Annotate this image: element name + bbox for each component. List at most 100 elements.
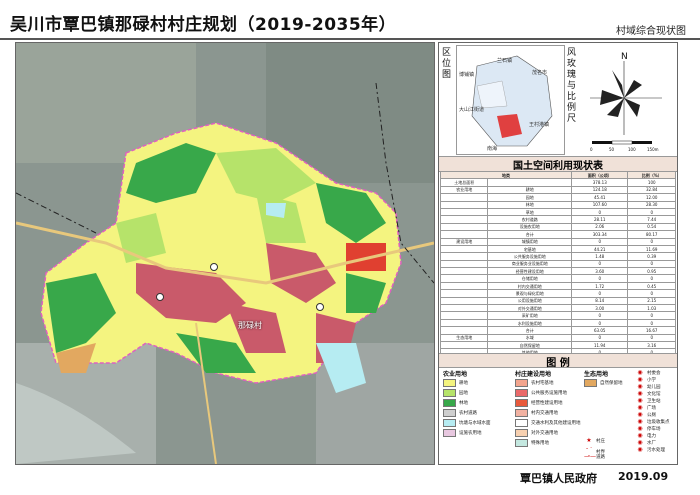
table-cell: 28.30 (627, 200, 676, 209)
legend-swatch (443, 379, 456, 387)
table-cell: 11.94 (571, 340, 629, 350)
legend-label: 公厕 (647, 412, 656, 418)
legend-symbol-icon: —— (584, 453, 596, 460)
legend-group-title: 农业用地 (443, 371, 468, 378)
table-cell: 2.06 (571, 222, 629, 232)
legend-label: 林地 (459, 401, 468, 406)
legend-item: 对外交通用地 (515, 429, 558, 437)
legend-item: 村内交通用地 (515, 409, 558, 417)
footer-date: 2019.09 (618, 470, 669, 483)
table-cell: 0 (571, 207, 629, 217)
legend-title: 图 例 (439, 353, 677, 369)
table-cell (439, 207, 489, 217)
table-cell: 378.13 (571, 178, 629, 187)
legend-item: 交通水利及其他建设用地 (515, 419, 581, 427)
table-row: 采矿用地 0 0 (439, 311, 676, 320)
table-row: 公用设施用地 8.14 2.15 (439, 296, 676, 306)
legend-label: 幼儿园 (647, 384, 661, 390)
table-cell: 80.17 (627, 230, 676, 239)
poi-marker[interactable] (210, 263, 218, 271)
legend-label: 垃圾收集点 (647, 419, 670, 425)
table-cell: 0 (627, 237, 676, 246)
legend-label: 农村道路 (459, 411, 477, 416)
legend-swatch (443, 409, 456, 417)
legend-label: 电力 (647, 433, 656, 439)
table-cell: 合计 (487, 326, 573, 335)
main-map[interactable]: 那碌村 (15, 42, 435, 465)
table-row: 经营性建设用地 3.60 0.95 (439, 267, 676, 276)
legend-item: ◉ 幼儿园 (635, 383, 661, 390)
table-cell: 建设用地 (439, 237, 489, 246)
table-cell: 0 (571, 333, 629, 343)
table-row: 仓储用地 0 0 (439, 274, 676, 283)
table-cell (439, 304, 489, 313)
place-label: 茂名市 (532, 69, 547, 76)
table-cell: 32.84 (627, 185, 676, 195)
legend-swatch (515, 389, 528, 397)
table-cell (439, 311, 489, 320)
table-cell (439, 222, 489, 232)
legend-swatch (515, 439, 528, 447)
table-cell: 0.39 (627, 252, 676, 261)
legend-label: 广场 (647, 405, 656, 411)
table-cell: 0 (627, 333, 676, 343)
legend-label: 小学 (647, 377, 656, 383)
table-cell (439, 340, 489, 350)
table-cell: 1.03 (627, 304, 676, 313)
legend-label: 道路 (596, 454, 605, 460)
legend-swatch (443, 419, 456, 427)
table-cell: 3.00 (571, 304, 629, 313)
legend-swatch (515, 379, 528, 387)
legend-item: 经营性建设用地 (515, 399, 563, 407)
legend-label: 农村宅基地 (531, 381, 554, 386)
table-row: 宅基地 44.21 11.69 (439, 244, 676, 254)
legend-label: 水厂 (647, 440, 656, 446)
legend-label: 污水处理 (647, 447, 665, 453)
table-row: 农业用地 耕地 124.18 32.84 (439, 185, 676, 195)
table-row: 公共服务设施用地 1.48 0.39 (439, 252, 676, 261)
legend-item: 农村道路 (443, 409, 477, 417)
table-row: 土地总面积 378.13 100 (439, 178, 676, 187)
table-cell: 仓储用地 (487, 274, 573, 283)
poi-marker[interactable] (156, 293, 164, 301)
legend-swatch (515, 409, 528, 417)
table-cell: 107.60 (571, 200, 629, 209)
table-cell (439, 296, 489, 306)
table-cell: 124.18 (571, 185, 629, 195)
table-cell: 45.41 (571, 193, 629, 202)
table-cell: 100 (627, 178, 676, 187)
table-cell: 城镇用地 (487, 237, 573, 246)
legend-swatch (584, 379, 597, 387)
legend-item: ◉ 村委会 (635, 369, 660, 376)
table-cell (487, 178, 573, 187)
land-use-table: 地类 面积（公顷） 比例（%） 土地总面积 378.13 100 农业用地 耕地 124.18 3… (439, 170, 676, 365)
legend-swatch (443, 399, 456, 407)
wind-rose-label: 风玫瑰与比例尺 (567, 48, 577, 124)
legend: 农业用地 耕地 园地 林地 农村道路 坑塘与水域水面 设施农用地 村庄建设用地 农村宅基地 公共服… (439, 367, 677, 463)
table-header-cell: 比例（%） (627, 170, 676, 180)
legend-group-title: 村庄建设用地 (515, 371, 552, 378)
title-divider (0, 38, 700, 40)
table-cell: 44.21 (571, 244, 629, 254)
table-cell: 7.44 (627, 215, 676, 224)
legend-symbol-icon: ◉ (637, 404, 643, 411)
legend-symbol-item: —— 道路 (584, 453, 605, 460)
legend-item: 坑塘与水域水面 (443, 419, 491, 427)
table-row: 合计 63.05 16.67 (439, 326, 676, 335)
table-cell: 12.00 (627, 193, 676, 202)
table-cell: 63.05 (571, 326, 629, 335)
place-label: 博铺镇 (459, 71, 474, 78)
footer: 覃巴镇人民政府 2019.09 (438, 466, 678, 490)
legend-label: 特殊用地 (531, 441, 549, 446)
table-cell (439, 244, 489, 254)
poi-marker[interactable] (316, 303, 324, 311)
table-cell: 农业用地 (439, 185, 489, 195)
table-cell (439, 281, 489, 291)
legend-item: 农村宅基地 (515, 379, 554, 387)
place-label: 王村港镇 (529, 121, 549, 128)
legend-item: ◉ 广场 (635, 404, 656, 411)
table-cell: 1.48 (571, 252, 629, 261)
legend-swatch (443, 429, 456, 437)
table-row: 合计 303.34 80.17 (439, 230, 676, 239)
table-cell: 0 (571, 289, 629, 298)
